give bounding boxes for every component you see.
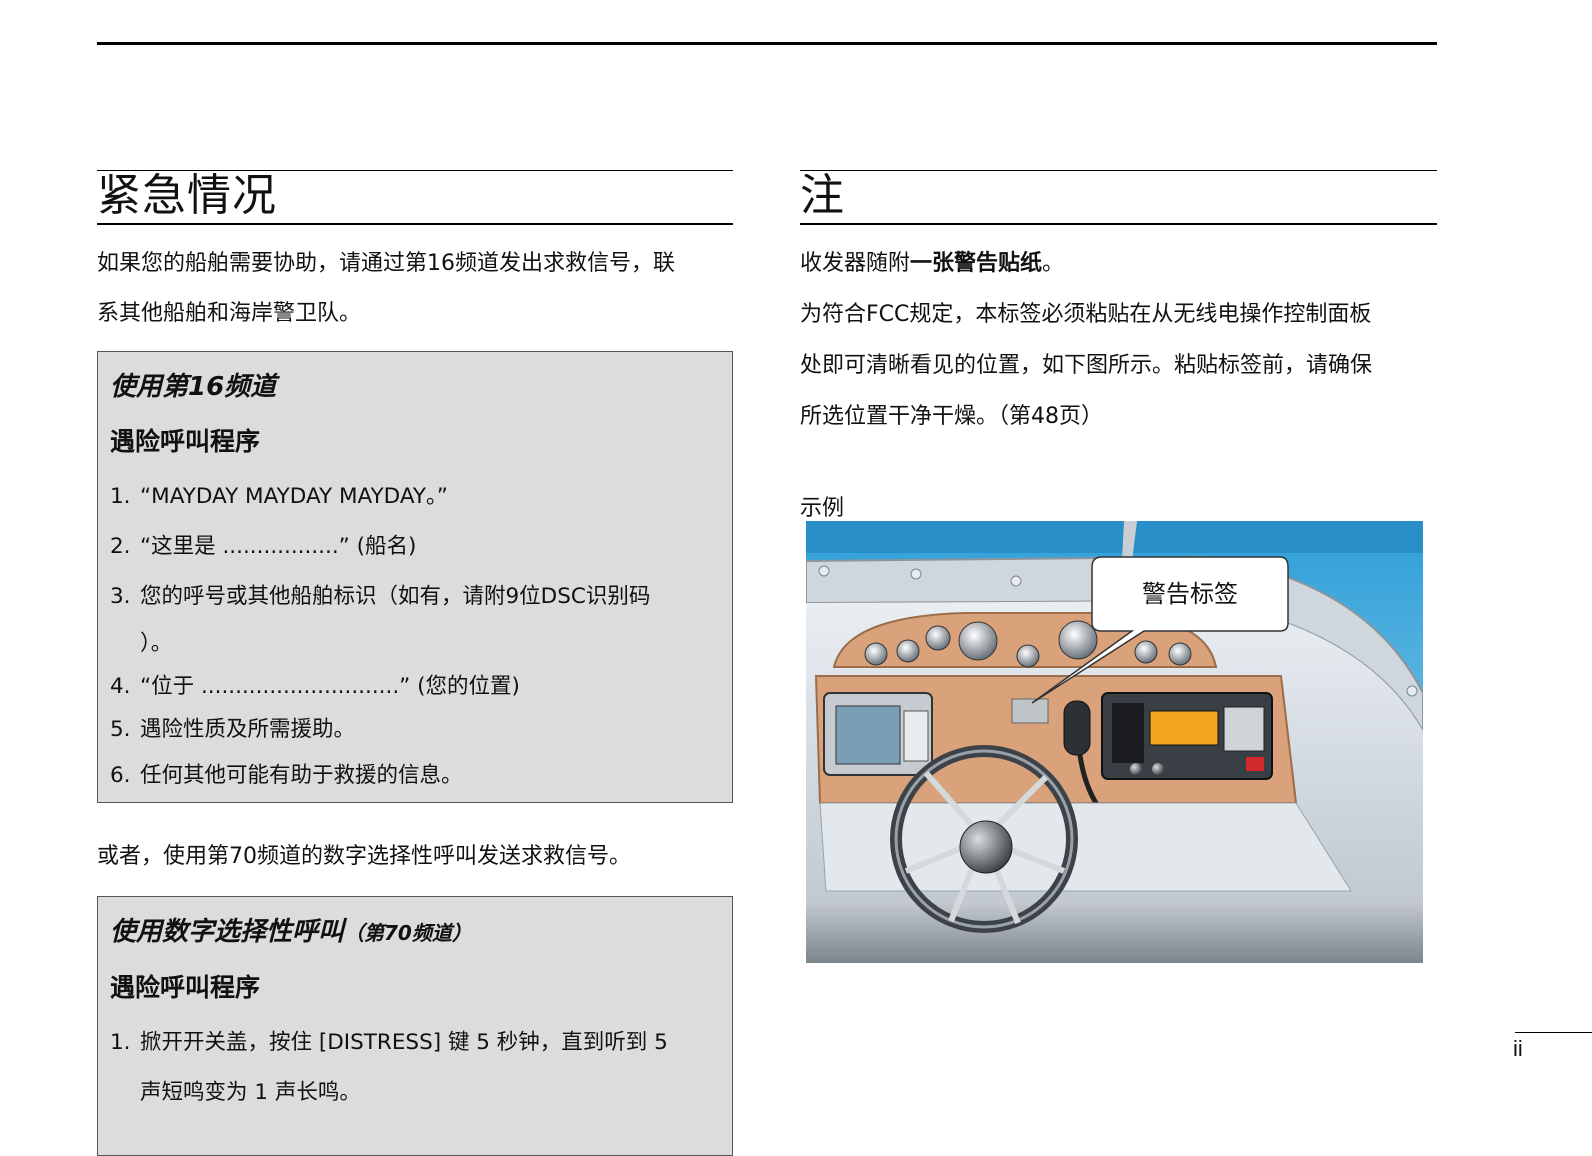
intro-line-1: 如果您的船舶需要协助，请通过第16频道发出求救信号，联 (97, 251, 675, 276)
warning-sticker (1011, 698, 1049, 724)
left-column: 紧急情况 如果您的船舶需要协助，请通过第16频道发出求救信号，联 系其他船舶和海… (97, 170, 733, 1156)
cockpit-floor (806, 899, 1423, 963)
example-label: 示例 (800, 496, 845, 521)
intro-line-2: 系其他船舶和海岸警卫队。 (97, 301, 362, 326)
boat-console-illustration: 警告标签 (806, 521, 1423, 963)
section-header-emergency: 紧急情况 (97, 170, 733, 225)
page-number: ii (1513, 1036, 1523, 1061)
alt-dsc-text: 或者，使用第70频道的数字选择性呼叫发送求救信号。 (97, 844, 631, 869)
box2-title: 使用数字选择性呼叫（第70频道） (110, 917, 472, 947)
distress-button (1246, 757, 1264, 771)
step-item: 5. 遇险性质及所需援助。 (110, 717, 356, 742)
box2-subtitle: 遇险呼叫程序 (110, 973, 261, 1002)
callout-label: 警告标签 (1142, 580, 1238, 608)
fcc-para-line-3: 所选位置干净干燥。（第48页） (800, 404, 1103, 429)
box2-steps: 1. 掀开开关盖，按住 [DISTRESS] 键 5 秒钟，直到听到 5 声短鸣变… (110, 1018, 720, 1118)
fcc-para-line-2: 处即可清晰看见的位置，如下图所示。粘贴标签前，请确保 (800, 353, 1373, 378)
box1-steps: 1. “MAYDAY MAYDAY MAYDAY。” 2. “这里是 .......… (110, 472, 720, 801)
right-column: 注 收发器随附一张警告贴纸。 为符合FCC规定，本标签必须粘贴在从无线电操作控制… (800, 170, 1437, 524)
top-rule (97, 42, 1437, 45)
section-header-note: 注 (800, 170, 1437, 225)
box1-subtitle: 遇险呼叫程序 (110, 427, 261, 456)
sticker-line: 收发器随附一张警告贴纸。 (800, 251, 1065, 276)
dsc-procedure-box: 使用数字选择性呼叫（第70频道） 遇险呼叫程序 1. 掀开开关盖，按住 [DIST… (97, 896, 733, 1156)
page-number-rule (1515, 1032, 1592, 1033)
fcc-para-line-1: 为符合FCC规定，本标签必须粘贴在从无线电操作控制面板 (800, 302, 1372, 327)
microphone (1063, 700, 1091, 756)
step-item-continuation: 声短鸣变为 1 声长鸣。 (140, 1080, 361, 1105)
step-item: 3. 您的呼号或其他船舶标识（如有，请附9位DSC识别码 (110, 584, 651, 609)
section-title-emergency: 紧急情况 (97, 170, 277, 221)
box1-title: 使用第16频道 (110, 372, 277, 402)
step-item: 1. “MAYDAY MAYDAY MAYDAY。” (110, 484, 448, 509)
section-title-note: 注 (800, 170, 845, 221)
radio-display (1149, 710, 1219, 746)
channel16-procedure-box: 使用第16频道 遇险呼叫程序 1. “MAYDAY MAYDAY MAYDAY。”… (97, 351, 733, 803)
step-item: 6. 任何其他可能有助于救援的信息。 (110, 763, 463, 788)
step-item: 1. 掀开开关盖，按住 [DISTRESS] 键 5 秒钟，直到听到 5 (110, 1030, 668, 1055)
step-item: 2. “这里是 .................” (船名) (110, 534, 417, 559)
step-item: 4. “位于 .............................” (您的… (110, 674, 520, 699)
step-item-continuation: ）。 (140, 631, 173, 656)
